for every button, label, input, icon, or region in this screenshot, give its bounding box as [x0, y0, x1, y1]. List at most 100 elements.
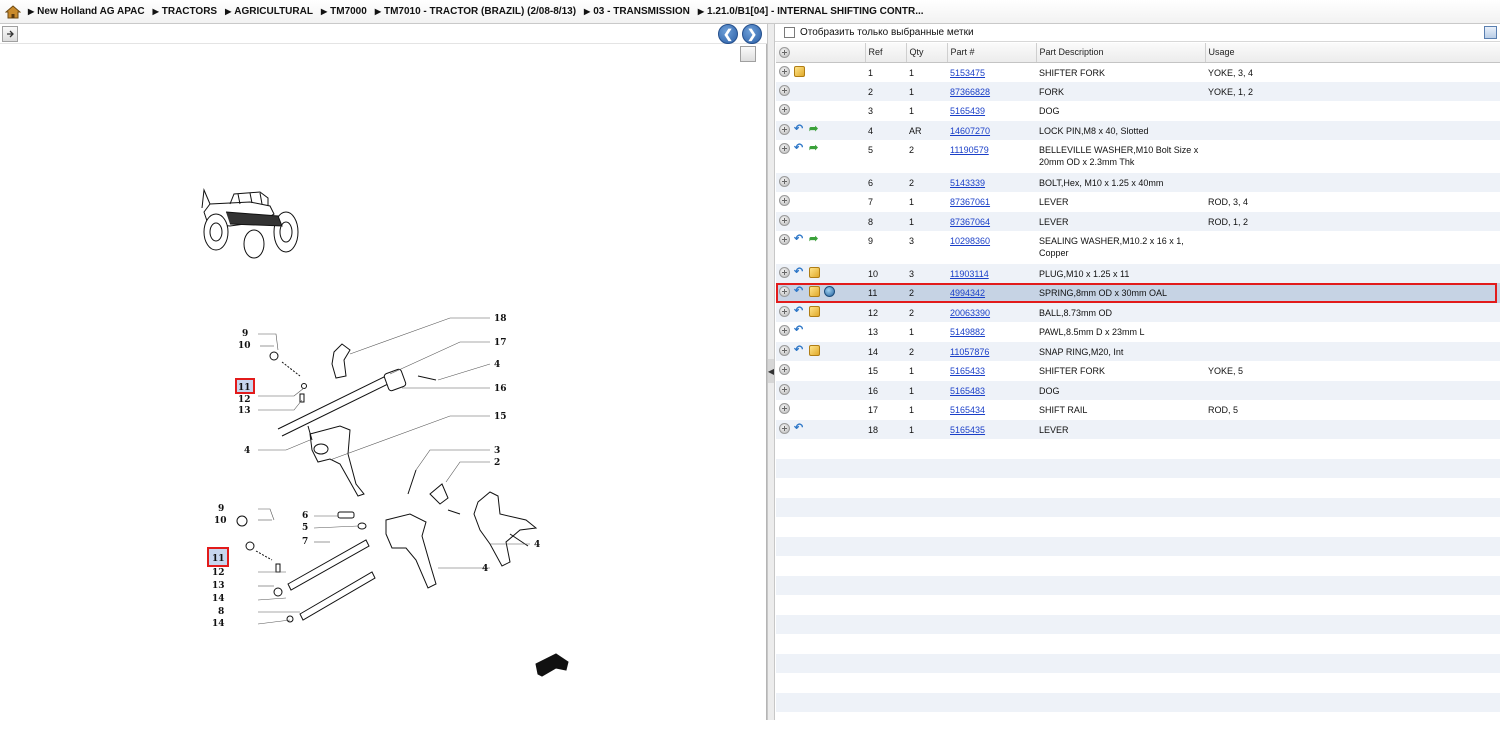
- plus-icon[interactable]: [779, 403, 790, 414]
- callout-8[interactable]: 8: [218, 607, 224, 617]
- plus-icon[interactable]: [779, 65, 790, 77]
- expand-all-header[interactable]: [776, 43, 866, 63]
- plus-icon[interactable]: [779, 364, 790, 375]
- table-row[interactable]: 17 1 5165434 SHIFT RAIL ROD, 5: [776, 400, 1500, 420]
- collapse-button[interactable]: [2, 26, 18, 42]
- plus-icon[interactable]: [779, 286, 790, 297]
- plus-icon[interactable]: [779, 234, 790, 245]
- home-icon[interactable]: [4, 4, 22, 20]
- plus-icon[interactable]: [779, 383, 790, 395]
- part-number-link[interactable]: 11903114: [950, 269, 989, 279]
- part-number-link[interactable]: 20063390: [950, 308, 990, 318]
- breadcrumb-item[interactable]: ▶ AGRICULTURAL: [225, 6, 313, 17]
- table-row[interactable]: 2 1 87366828 FORK YOKE, 1, 2: [776, 81, 1500, 101]
- plus-icon[interactable]: [779, 123, 790, 135]
- table-row[interactable]: ↶ ➦ 4 AR 14607270 LOCK PIN,M8 x 40, Slotted: [776, 120, 1500, 140]
- package-icon[interactable]: [809, 286, 820, 297]
- forward-arrow-icon[interactable]: ➦: [809, 123, 820, 135]
- table-row[interactable]: ↶ 14 2 11057876 SNAP RING,M20, Int: [776, 341, 1500, 361]
- column-header-usage[interactable]: Usage: [1205, 43, 1500, 63]
- package-icon[interactable]: [809, 344, 820, 356]
- forward-arrow-icon[interactable]: ➦: [809, 143, 820, 154]
- callout-13[interactable]: 13: [238, 406, 251, 416]
- back-arrow-icon[interactable]: ↶: [794, 325, 805, 336]
- part-number-link[interactable]: 5165435: [950, 425, 985, 435]
- callout-16[interactable]: 16: [494, 384, 507, 394]
- next-page-button[interactable]: ❯: [742, 24, 762, 44]
- part-number-link[interactable]: 5165434: [950, 405, 985, 415]
- callout-6[interactable]: 6: [302, 511, 308, 521]
- part-number-link[interactable]: 5153475: [950, 68, 985, 78]
- callout-14[interactable]: 14: [212, 594, 225, 604]
- callout-9[interactable]: 9: [242, 329, 248, 339]
- plus-icon[interactable]: [779, 422, 790, 434]
- table-row[interactable]: 3 1 5165439 DOG: [776, 101, 1500, 121]
- callout-12[interactable]: 12: [212, 568, 225, 578]
- callout-13[interactable]: 13: [212, 581, 225, 591]
- table-row[interactable]: ↶ 18 1 5165435 LEVER: [776, 419, 1500, 439]
- part-number-link[interactable]: 5149882: [950, 327, 985, 337]
- callout-4[interactable]: 4: [482, 564, 488, 574]
- callout-12[interactable]: 12: [238, 395, 251, 405]
- package-icon[interactable]: [809, 266, 820, 278]
- plus-icon[interactable]: [779, 266, 790, 278]
- part-number-link[interactable]: 5165439: [950, 106, 985, 116]
- plus-icon[interactable]: [779, 84, 790, 96]
- part-number-link[interactable]: 10298360: [950, 236, 990, 246]
- callout-2[interactable]: 2: [494, 458, 500, 468]
- back-arrow-icon[interactable]: ↶: [794, 266, 805, 278]
- callout-10[interactable]: 10: [214, 516, 227, 526]
- callout-11[interactable]: 11: [238, 383, 251, 393]
- callout-7[interactable]: 7: [302, 537, 308, 547]
- grid-settings-icon[interactable]: [1484, 26, 1497, 39]
- breadcrumb-item[interactable]: ▶ TM7000: [321, 6, 367, 17]
- plus-icon[interactable]: [779, 143, 790, 154]
- callout-15[interactable]: 15: [494, 412, 507, 422]
- collapse-arrow-icon[interactable]: ◀: [768, 359, 774, 383]
- previous-page-button[interactable]: ❮: [718, 24, 738, 44]
- table-row[interactable]: 8 1 87367064 LEVER ROD, 1, 2: [776, 211, 1500, 231]
- plus-icon[interactable]: [779, 46, 790, 58]
- table-row[interactable]: ↶ ➦ 5 2 11190579 BELLEVILLE WASHER,M10 Bolt S…: [776, 140, 1500, 173]
- part-number-link[interactable]: 14607270: [950, 126, 990, 136]
- column-header-description[interactable]: Part Description: [1036, 43, 1206, 63]
- table-row[interactable]: 15 1 5165433 SHIFTER FORK YOKE, 5: [776, 361, 1500, 381]
- show-selected-only-checkbox[interactable]: [784, 27, 795, 38]
- callout-10[interactable]: 10: [238, 341, 251, 351]
- column-header-qty[interactable]: Qty: [906, 43, 948, 63]
- part-number-link[interactable]: 87367061: [950, 197, 990, 207]
- callout-3[interactable]: 3: [494, 446, 500, 456]
- plus-icon[interactable]: [779, 305, 790, 317]
- breadcrumb-item[interactable]: ▶ TM7010 - TRACTOR (BRAZIL) (2/08-8/13): [375, 6, 576, 17]
- callout-4[interactable]: 4: [494, 360, 500, 370]
- pane-splitter[interactable]: ◀: [767, 24, 775, 720]
- part-number-link[interactable]: 5143339: [950, 178, 985, 188]
- callout-9[interactable]: 9: [218, 504, 224, 514]
- callout-4[interactable]: 4: [244, 446, 250, 456]
- plus-icon[interactable]: [779, 325, 790, 336]
- callout-5[interactable]: 5: [302, 523, 308, 533]
- diagram-options-button[interactable]: [740, 46, 756, 62]
- breadcrumb-item[interactable]: ▶ 03 - TRANSMISSION: [584, 6, 690, 17]
- table-row[interactable]: 6 2 5143339 BOLT,Hex, M10 x 1.25 x 40mm: [776, 172, 1500, 192]
- callout-4[interactable]: 4: [534, 540, 540, 550]
- table-row[interactable]: ↶ 12 2 20063390 BALL,8.73mm OD: [776, 302, 1500, 322]
- plus-icon[interactable]: [779, 175, 790, 187]
- package-icon[interactable]: [794, 65, 805, 77]
- forward-arrow-icon[interactable]: ➦: [809, 234, 820, 245]
- callout-18[interactable]: 18: [494, 314, 507, 324]
- back-arrow-icon[interactable]: ↶: [794, 344, 805, 356]
- plus-icon[interactable]: [779, 195, 790, 206]
- table-row[interactable]: ↶ 11 2 4994342 SPRING,8mm OD x 30mm OAL: [776, 283, 1500, 303]
- plus-icon[interactable]: [779, 344, 790, 356]
- part-number-link[interactable]: 87366828: [950, 87, 990, 97]
- plus-icon[interactable]: [779, 214, 790, 226]
- plus-icon[interactable]: [779, 104, 790, 115]
- part-number-link[interactable]: 11190579: [950, 145, 989, 155]
- callout-14[interactable]: 14: [212, 619, 225, 629]
- part-number-link[interactable]: 4994342: [950, 288, 985, 298]
- package-icon[interactable]: [809, 305, 820, 317]
- globe-icon[interactable]: [824, 286, 835, 297]
- breadcrumb-item[interactable]: ▶ New Holland AG APAC: [28, 6, 145, 17]
- part-number-link[interactable]: 5165483: [950, 386, 985, 396]
